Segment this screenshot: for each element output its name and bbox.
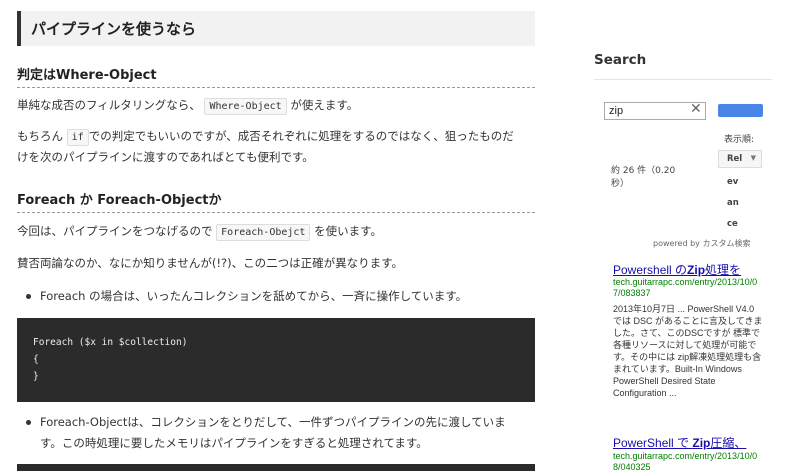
search-result-url: tech.guitarrapc.com/entry/2013/10/08/040… <box>613 451 758 472</box>
list-item: Foreach の場合は、いったんコレクションを舐めてから、一斉に操作しています… <box>26 286 535 307</box>
search-result-snippet: 2013年10月7日 ... PowerShell V4.0 では DSC があ… <box>613 304 763 398</box>
search-result-link[interactable]: Powershell のZip処理を <box>613 261 741 278</box>
article-heading-text: パイプラインを使うなら <box>31 20 197 38</box>
paragraph-if-note: もちろん if での判定でもいいのですが、成否それぞれに処理をするのではなく、狙っ… <box>17 126 537 168</box>
code-line: Foreach ($x in $collection) <box>33 337 188 348</box>
powered-by: powered by カスタム検索 <box>653 239 751 248</box>
paragraph-text: を使います。 <box>314 224 382 238</box>
inline-code: if <box>66 129 89 146</box>
result-title-text: 処理を <box>705 263 742 277</box>
bullet-icon <box>26 294 31 299</box>
list-item: Foreach-Objectは、コレクションをとりだして、一件ずつパイプラインの… <box>26 412 535 454</box>
divider <box>594 79 772 80</box>
result-title-text: 圧縮、 <box>710 436 747 450</box>
search-result-link[interactable]: PowerShell で Zip圧縮、 <box>613 434 746 451</box>
search-button[interactable] <box>718 104 763 117</box>
result-title-keyword: Zip <box>692 436 711 450</box>
result-title-keyword: Zip <box>687 263 706 277</box>
code-block: Foreach ($x in $collection) { } <box>17 318 535 402</box>
paragraph-text: が使えます。 <box>290 98 359 112</box>
bullet-icon <box>26 420 31 425</box>
paragraph-text: もちろん <box>17 129 63 143</box>
paragraph-text: 単純な成否のフィルタリングなら、 <box>17 98 201 112</box>
paragraph-text: 今回は、パイプラインをつなげるので <box>17 224 213 238</box>
paragraph-foreach-intro: 今回は、パイプラインをつなげるので Foreach-Obejct を使います。 <box>17 221 537 242</box>
article-heading: パイプラインを使うなら <box>17 11 535 46</box>
chevron-down-icon: ▼ <box>750 154 756 162</box>
sort-label: 表示順: <box>724 135 755 145</box>
sidebar-title: Search <box>594 52 647 68</box>
sort-select-value-overflow: ce <box>727 219 738 229</box>
sort-select[interactable]: Rel ▼ <box>718 150 762 168</box>
search-result-url: tech.guitarrapc.com/entry/2013/10/07/083… <box>613 277 758 298</box>
result-count: 約 26 件（0.20 秒） <box>611 166 676 189</box>
list-item-text: Foreach の場合は、いったんコレクションを舐めてから、一斉に操作しています… <box>40 289 468 303</box>
section-heading-foreach: Foreach か Foreach-Objectか <box>17 189 535 213</box>
paragraph-difference: 賛否両論なのか、なにか知りませんが(!?)、この二つは正確が異なります。 <box>17 256 403 270</box>
code-line: } <box>33 371 39 382</box>
sort-select-value-overflow: ev <box>727 177 739 187</box>
code-line: { <box>33 354 39 365</box>
list-item-text: す。この時処理に要したメモリはパイプラインをすぎると処理されてます。 <box>40 436 428 450</box>
paragraph-where-object: 単純な成否のフィルタリングなら、 Where-Object が使えます。 <box>17 95 537 116</box>
paragraph-text: けを次のパイプラインに渡すのであればとても便利です。 <box>17 150 314 164</box>
list-item-text: Foreach-Objectは、コレクションをとりだして、一件ずつパイプラインの… <box>40 415 506 429</box>
result-title-text: Powershell の <box>613 263 688 277</box>
paragraph-text: での判定でもいいのですが、成否それぞれに処理をするのではなく、狙ったものだ <box>88 129 514 143</box>
code-block <box>17 464 535 471</box>
close-icon[interactable]: ✕ <box>690 101 702 117</box>
inline-code: Where-Object <box>204 98 287 115</box>
sort-select-value-overflow: an <box>727 198 739 208</box>
inline-code: Foreach-Obejct <box>216 224 311 241</box>
sort-select-value: Rel <box>727 154 743 164</box>
section-heading-where-object: 判定はWhere-Object <box>17 64 535 88</box>
result-title-text: PowerShell で <box>613 436 693 450</box>
